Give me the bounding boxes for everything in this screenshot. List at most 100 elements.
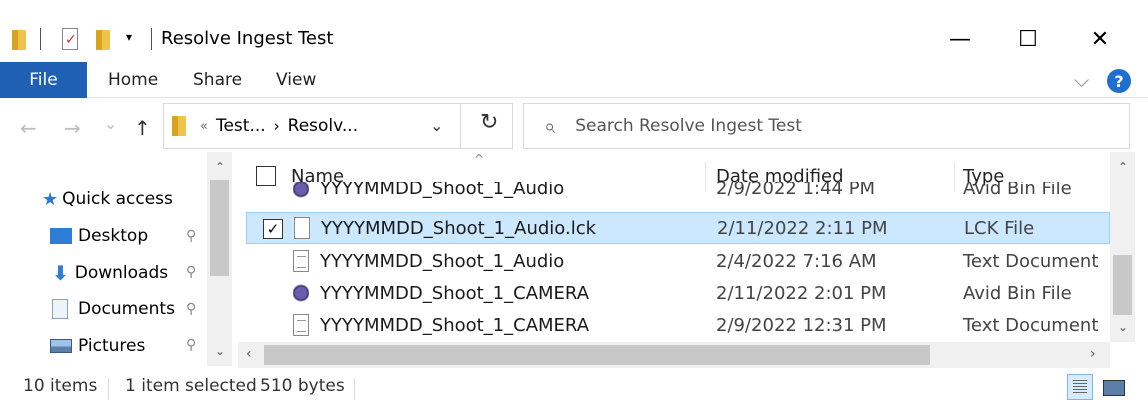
pin-icon[interactable]: ⚲ (186, 228, 196, 244)
tab-view[interactable]: View (276, 70, 316, 90)
table-row[interactable]: YYYYMMDD_Shoot_1_CAMERA 2/11/2022 2:01 P… (246, 278, 1110, 310)
folder-icon (12, 24, 26, 56)
file-name: YYYYMMDD_Shoot_1_CAMERA (320, 283, 590, 304)
address-overflow[interactable]: « (200, 119, 208, 134)
scroll-up-arrow[interactable]: ⌃ (215, 160, 225, 174)
scrollbar-thumb[interactable] (264, 345, 930, 365)
status-bar: 10 items 1 item selected 510 bytes (0, 368, 1148, 410)
details-view-button[interactable] (1067, 374, 1093, 400)
title-divider (151, 28, 152, 50)
row-checkbox[interactable]: ✓ (263, 219, 283, 239)
title-bar: ✓ ▾ Resolve Ingest Test — ☐ ✕ (0, 0, 1148, 60)
tab-share[interactable]: Share (193, 70, 242, 90)
sort-indicator: ^ (474, 152, 485, 166)
forward-button[interactable]: → (64, 116, 81, 140)
properties-icon[interactable]: ✓ (62, 28, 78, 50)
search-box[interactable]: ⌕ Search Resolve Ingest Test (523, 103, 1130, 149)
sidebar-item-documents[interactable]: Documents (52, 294, 175, 324)
file-name: YYYYMMDD_Shoot_1_Audio (320, 251, 565, 272)
scroll-down-arrow[interactable]: ⌄ (1118, 320, 1128, 334)
refresh-button[interactable]: ↻ (480, 110, 498, 135)
file-name: YYYYMMDD_Shoot_1_Audio.lck (321, 218, 597, 239)
blank-file-icon (294, 217, 310, 239)
customize-quick-access-button[interactable]: ▾ (126, 30, 132, 44)
sidebar-item-label: Quick access (62, 189, 173, 209)
sidebar-item-label: Pictures (78, 336, 146, 356)
breadcrumb-separator[interactable]: › (274, 117, 280, 135)
navigation-pane: ★ Quick access Desktop ⬇ Downloads Docum… (0, 152, 236, 366)
file-date: 2/11/2022 2:11 PM (717, 218, 888, 239)
window-title: Resolve Ingest Test (161, 28, 334, 49)
selection-size: 510 bytes (260, 376, 345, 396)
file-type: Avid Bin File (963, 283, 1072, 304)
nav-pane-scrollbar[interactable]: ⌃ ⌄ (207, 152, 232, 366)
sidebar-item-pictures[interactable]: Pictures (50, 331, 145, 361)
tab-file[interactable]: File (0, 62, 87, 98)
file-type: LCK File (964, 218, 1035, 239)
scroll-left-arrow[interactable]: ‹ (246, 346, 252, 362)
scrollbar-thumb[interactable] (1113, 255, 1132, 315)
search-input[interactable]: Search Resolve Ingest Test (575, 116, 802, 136)
selection-count: 1 item selected (125, 376, 257, 396)
pin-icon[interactable]: ⚲ (186, 337, 196, 353)
maximize-button[interactable]: ☐ (1008, 22, 1048, 56)
back-button[interactable]: ← (20, 116, 37, 140)
pictures-icon (50, 339, 72, 353)
chevron-down-icon[interactable]: ⌵ (1074, 68, 1089, 92)
desktop-icon (50, 228, 72, 244)
sidebar-item-label: Desktop (78, 226, 149, 246)
scroll-up-arrow[interactable]: ⌃ (1118, 160, 1128, 174)
table-row[interactable]: ✓ YYYYMMDD_Shoot_1_Audio.lck 2/11/2022 2… (246, 212, 1110, 244)
search-icon: ⌕ (544, 114, 556, 138)
quick-access-divider (40, 28, 41, 50)
recent-locations-button[interactable]: ⌄ (104, 114, 117, 133)
file-type: Text Document (963, 251, 1099, 272)
sidebar-item-label: Documents (78, 299, 175, 319)
file-type: Text Document (963, 315, 1099, 336)
breadcrumb-test[interactable]: Test... (216, 116, 266, 136)
text-file-icon (293, 314, 309, 336)
new-folder-icon[interactable] (96, 24, 110, 56)
star-icon: ★ (42, 188, 59, 210)
help-button[interactable]: ? (1107, 69, 1131, 93)
breadcrumb-resolve[interactable]: Resolv... (288, 116, 358, 136)
folder-icon (172, 116, 186, 136)
ribbon-tabs: File Home Share View ⌵ ? (0, 60, 1148, 98)
file-name: YYYYMMDD_Shoot_1_Audio (320, 182, 565, 199)
file-list-horizontal-scrollbar[interactable]: ‹ › (238, 342, 1110, 368)
address-bar[interactable]: « Test... › Resolv... ⌄ ↻ (163, 103, 513, 149)
status-divider (108, 378, 109, 400)
file-date: 2/9/2022 1:44 PM (716, 182, 876, 199)
scrollbar-thumb[interactable] (210, 180, 229, 276)
address-divider (460, 104, 461, 148)
documents-icon (52, 299, 68, 319)
large-icons-view-button[interactable] (1100, 374, 1126, 400)
table-row[interactable]: YYYYMMDD_Shoot_1_Audio 2/4/2022 7:16 AM … (246, 246, 1110, 278)
address-dropdown-button[interactable]: ⌄ (430, 116, 443, 135)
pin-icon[interactable]: ⚲ (186, 301, 196, 317)
file-date: 2/9/2022 12:31 PM (716, 315, 887, 336)
file-list-vertical-scrollbar[interactable]: ⌃ ⌄ (1110, 152, 1135, 342)
file-list: ^ Name Date modified Type YYYYMMDD_Shoot… (236, 152, 1148, 366)
tab-home[interactable]: Home (108, 70, 158, 90)
avid-bin-icon (293, 182, 309, 200)
table-row[interactable]: YYYYMMDD_Shoot_1_CAMERA 2/9/2022 12:31 P… (246, 310, 1110, 342)
sidebar-item-desktop[interactable]: Desktop (50, 221, 148, 251)
avid-bin-icon (293, 282, 309, 304)
download-icon: ⬇ (52, 261, 69, 285)
scroll-right-arrow[interactable]: › (1090, 346, 1096, 362)
file-type: Avid Bin File (963, 182, 1072, 199)
scroll-down-arrow[interactable]: ⌄ (215, 344, 225, 358)
sidebar-item-downloads[interactable]: ⬇ Downloads (52, 258, 168, 288)
file-date: 2/11/2022 2:01 PM (716, 283, 887, 304)
minimize-button[interactable]: — (940, 22, 980, 56)
up-button[interactable]: ↑ (134, 116, 151, 140)
close-button[interactable]: ✕ (1080, 22, 1120, 56)
sidebar-item-quick-access[interactable]: ★ Quick access (42, 184, 173, 214)
file-date: 2/4/2022 7:16 AM (716, 251, 877, 272)
file-name: YYYYMMDD_Shoot_1_CAMERA (320, 315, 590, 336)
status-divider (354, 378, 355, 400)
table-row[interactable]: YYYYMMDD_Shoot_1_Audio 2/9/2022 1:44 PM … (246, 182, 1110, 208)
text-file-icon (293, 250, 309, 272)
pin-icon[interactable]: ⚲ (186, 264, 196, 280)
